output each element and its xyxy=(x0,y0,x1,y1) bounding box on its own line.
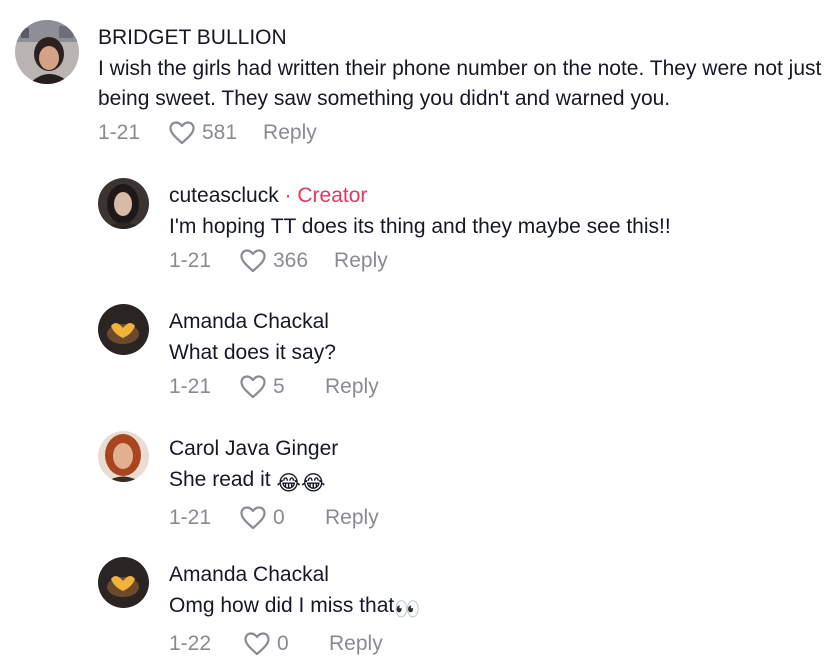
comment-username[interactable]: Carol Java Ginger xyxy=(169,435,837,463)
reply-button[interactable]: Reply xyxy=(329,632,383,656)
comment-username[interactable]: BRIDGET BULLION xyxy=(98,24,837,52)
comment-date: 1-22 xyxy=(169,632,212,655)
avatar[interactable] xyxy=(98,304,149,355)
reply-button[interactable]: Reply xyxy=(325,375,379,399)
comment-text-body: Omg how did I miss that xyxy=(169,594,395,617)
avatar[interactable] xyxy=(98,557,149,608)
reply-button[interactable]: Reply xyxy=(325,506,379,530)
comment-text: What does it say? xyxy=(169,341,336,364)
like-button[interactable]: 0 xyxy=(243,631,303,657)
comment-username[interactable]: Amanda Chackal xyxy=(169,561,837,589)
like-button[interactable]: 0 xyxy=(239,505,299,531)
avatar-photo xyxy=(98,304,149,355)
like-count: 581 xyxy=(202,121,238,144)
comment-meta: 1-21 0 Reply xyxy=(169,503,837,533)
username-text[interactable]: cuteascluck xyxy=(169,184,279,207)
username-text[interactable]: Carol Java Ginger xyxy=(169,437,338,460)
heart-outline-icon xyxy=(240,375,266,399)
eyes-emoji-icon: 👀 xyxy=(394,598,421,621)
like-button[interactable]: 5 xyxy=(239,374,299,400)
reply-button[interactable]: Reply xyxy=(334,249,388,273)
comment-date: 1-21 xyxy=(169,249,212,272)
like-count: 0 xyxy=(277,632,289,655)
comment-text: I'm hoping TT does its thing and they ma… xyxy=(169,215,671,238)
avatar-photo xyxy=(98,178,149,229)
username-text[interactable]: Amanda Chackal xyxy=(169,310,329,333)
comment-username[interactable]: Amanda Chackal xyxy=(169,308,837,336)
comment-meta: 1-21 366 Reply xyxy=(169,246,837,276)
laughing-emoji-icon: 😂😂 xyxy=(276,472,326,495)
like-button[interactable]: 581 xyxy=(168,120,237,146)
comment-date: 1-21 xyxy=(169,506,212,529)
avatar[interactable] xyxy=(15,20,79,84)
comment-meta: 1-21 581 Reply xyxy=(98,118,837,148)
comment-text: She read it 😂😂 xyxy=(169,465,837,499)
like-count: 366 xyxy=(273,249,309,272)
like-count: 0 xyxy=(273,506,285,529)
comment-text: Omg how did I miss that👀 xyxy=(169,591,837,625)
heart-outline-icon xyxy=(169,121,195,145)
comment-text: I wish the girls had written their phone… xyxy=(98,57,822,110)
like-count: 5 xyxy=(273,375,285,398)
username-text[interactable]: BRIDGET BULLION xyxy=(98,26,287,49)
like-button[interactable]: 366 xyxy=(239,248,308,274)
creator-badge: · Creator xyxy=(278,184,368,207)
heart-outline-icon xyxy=(244,632,270,656)
avatar-photo xyxy=(98,431,149,482)
heart-outline-icon xyxy=(240,249,266,273)
comment-date: 1-21 xyxy=(169,375,212,398)
comment-username[interactable]: cuteascluck · Creator xyxy=(169,182,837,210)
comment-meta: 1-22 0 Reply xyxy=(169,629,837,659)
comment-date: 1-21 xyxy=(98,121,141,144)
comment-meta: 1-21 5 Reply xyxy=(169,372,837,402)
heart-outline-icon xyxy=(240,506,266,530)
avatar-photo xyxy=(98,557,149,608)
reply-button[interactable]: Reply xyxy=(263,121,317,145)
username-text[interactable]: Amanda Chackal xyxy=(169,563,329,586)
avatar-photo xyxy=(15,20,79,84)
avatar[interactable] xyxy=(98,178,149,229)
avatar[interactable] xyxy=(98,431,149,482)
comment-text-body: She read it xyxy=(169,468,271,491)
